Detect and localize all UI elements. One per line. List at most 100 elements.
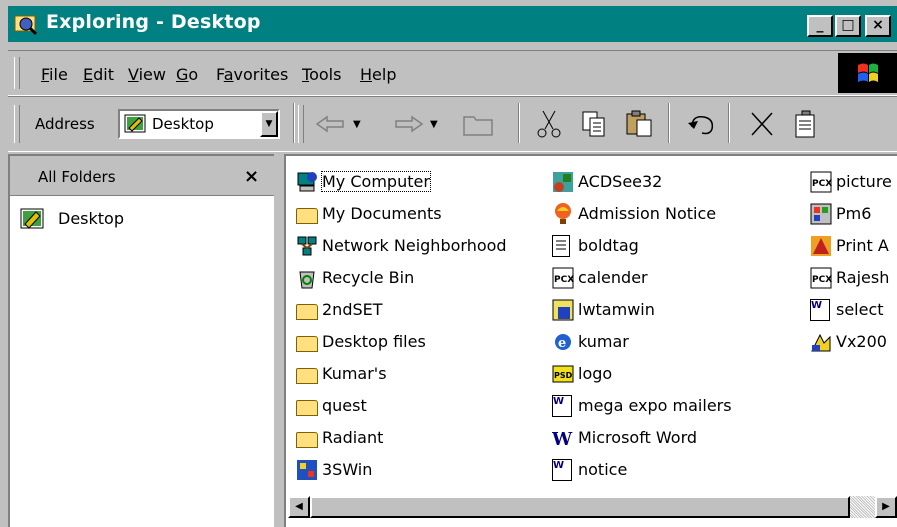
menu-go[interactable]: Go (176, 65, 198, 84)
menu-view[interactable]: View (128, 65, 166, 84)
word-doc-icon: W (552, 459, 572, 481)
undo-icon (688, 115, 714, 135)
scrollbar-thumb[interactable] (310, 496, 850, 518)
tamil-app-icon (552, 299, 574, 321)
undo-button[interactable] (684, 107, 720, 141)
paste-button[interactable] (622, 107, 658, 141)
menu-edit[interactable]: Edit (83, 65, 114, 84)
svg-text:PCX: PCX (812, 179, 832, 189)
forward-dropdown-icon[interactable]: ▼ (430, 119, 438, 130)
menu-help[interactable]: Help (360, 65, 396, 84)
balloon-icon (552, 203, 574, 225)
svg-text:W: W (552, 429, 573, 449)
file-label: mega expo mailers (578, 396, 732, 415)
window-title: Exploring - Desktop (46, 11, 261, 33)
properties-button[interactable] (788, 107, 824, 141)
file-label: notice (578, 460, 628, 479)
ie-icon: e (552, 331, 574, 353)
file-label: boldtag (578, 236, 639, 255)
forward-button[interactable] (390, 107, 426, 141)
close-button[interactable]: × (865, 15, 891, 37)
file-label: logo (578, 364, 613, 383)
file-label: picture (836, 172, 892, 191)
toolbar: Address Desktop ▼ ▼ ▼ (8, 96, 897, 152)
pcx-icon: PCX (810, 267, 832, 289)
file-label: Print A (836, 236, 889, 255)
copy-icon (582, 111, 605, 137)
file-list-pane: My Computer My Documents Network Neighbo… (284, 154, 897, 527)
acdsee-icon (552, 171, 574, 193)
scroll-right-button[interactable]: ▶ (875, 496, 897, 518)
pane-splitter[interactable] (274, 154, 284, 527)
toolbar-separator-2 (518, 103, 520, 143)
vx-icon (810, 331, 832, 353)
menu-tools[interactable]: Tools (302, 65, 341, 84)
address-dropdown-button[interactable]: ▼ (260, 111, 278, 137)
toolbar-separator (293, 103, 295, 143)
folder-pane-close-button[interactable]: × (244, 166, 259, 187)
horizontal-scrollbar[interactable]: ◀ ▶ (288, 496, 897, 518)
folder-icon (296, 368, 318, 384)
menu-favorites[interactable]: Favorites (216, 65, 288, 84)
scroll-left-button[interactable]: ◀ (288, 496, 310, 518)
desktop-icon (20, 208, 44, 230)
file-label: 3SWin (322, 460, 373, 479)
file-label: 2ndSET (322, 300, 383, 319)
file-label: Microsoft Word (578, 428, 698, 447)
scissors-icon (537, 110, 561, 138)
minimize-button[interactable]: _ (807, 15, 833, 37)
file-label: My Documents (322, 204, 442, 223)
title-bar[interactable]: Exploring - Desktop _ □ × (8, 6, 897, 42)
menu-grip[interactable] (14, 57, 20, 89)
toolbar-separator-3 (668, 103, 670, 143)
my-computer-icon (296, 171, 318, 193)
print-icon (810, 235, 832, 257)
folder-pane-title: All Folders (38, 168, 116, 186)
delete-x-icon (751, 112, 773, 136)
toolbar-grip-2[interactable] (298, 105, 304, 143)
maximize-button[interactable]: □ (835, 15, 861, 37)
word-doc-icon: W (810, 299, 830, 321)
text-doc-icon (552, 235, 570, 257)
word-app-icon: W (551, 427, 574, 450)
file-label: quest (322, 396, 367, 415)
file-label: Rajesh (836, 268, 890, 287)
back-arrow-icon (315, 115, 344, 133)
psd-icon: PSD (552, 363, 574, 385)
my-documents-icon (296, 208, 318, 224)
pm-icon (810, 203, 832, 225)
address-combobox[interactable]: Desktop ▼ (118, 109, 280, 139)
back-button[interactable] (313, 107, 349, 141)
svg-text:e: e (558, 336, 566, 351)
properties-icon (795, 110, 815, 138)
cut-button[interactable] (531, 107, 567, 141)
paste-icon (626, 110, 652, 137)
menu-file[interactable]: File (41, 65, 68, 84)
svg-text:PCX: PCX (554, 275, 574, 285)
svg-text:PCX: PCX (812, 275, 832, 285)
folder-icon (296, 304, 318, 320)
back-dropdown-icon[interactable]: ▼ (353, 119, 361, 130)
file-label: Vx200 (836, 332, 887, 351)
folder-icon (296, 400, 318, 416)
forward-arrow-icon (395, 115, 424, 133)
delete-button[interactable] (744, 107, 780, 141)
pcx-icon: PCX (810, 171, 832, 193)
network-icon (296, 235, 318, 257)
tree-item-label: Desktop (58, 209, 124, 228)
file-label: kumar (578, 332, 629, 351)
up-folder-button[interactable] (460, 107, 496, 141)
toolbar-grip[interactable] (14, 105, 20, 143)
pcx-icon: PCX (552, 267, 574, 289)
folder-pane-header: All Folders × (10, 156, 274, 196)
copy-button[interactable] (576, 107, 612, 141)
file-label: My Computer (321, 171, 431, 192)
windows-logo-icon (838, 53, 897, 93)
file-label: Pm6 (836, 204, 872, 223)
file-label: select (836, 300, 884, 319)
up-folder-icon (463, 116, 493, 136)
app-shortcut-icon (296, 459, 318, 481)
file-label: Radiant (322, 428, 384, 447)
address-label: Address (35, 115, 95, 133)
word-doc-icon: W (552, 395, 572, 417)
